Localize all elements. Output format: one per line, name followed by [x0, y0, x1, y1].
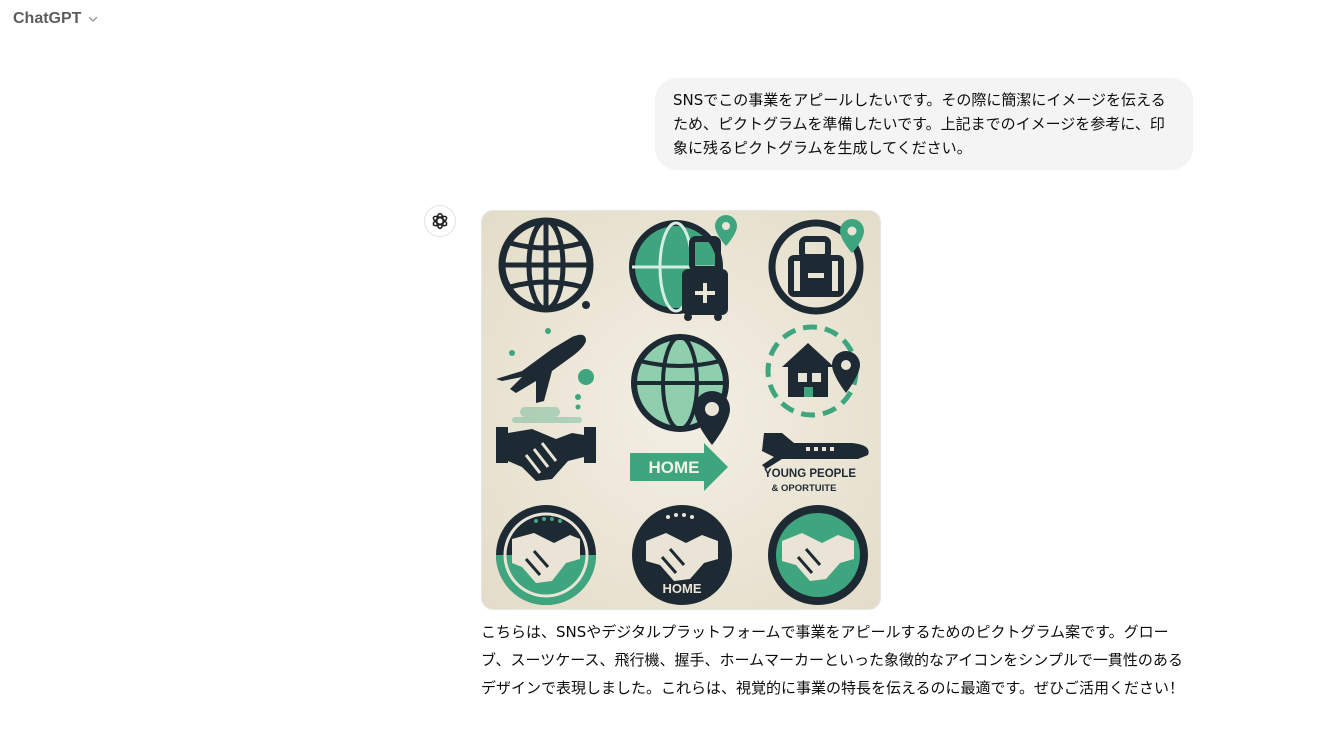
model-selector[interactable]: ChatGPT — [13, 8, 99, 30]
globe-icon — [498, 217, 594, 313]
user-message-bubble: SNSでこの事業をアピールしたいです。その際に簡潔にイメージを伝えるため、ピクト… — [655, 78, 1193, 170]
young-people-label-2: & OPORTUITE — [772, 483, 837, 494]
handshake-circle-green-icon — [496, 505, 596, 605]
pictogram-grid: HOME YOUNG PEOPLE & OPORTUITE HOME — [482, 211, 880, 609]
handshake-circle-icon — [768, 505, 868, 605]
generated-image[interactable]: HOME YOUNG PEOPLE & OPORTUITE HOME — [481, 210, 881, 610]
chevron-down-icon — [89, 16, 98, 22]
user-message-text: SNSでこの事業をアピールしたいです。その際に簡潔にイメージを伝えるため、ピクト… — [673, 91, 1166, 157]
model-title: ChatGPT — [13, 10, 82, 27]
openai-logo-icon — [432, 212, 448, 230]
young-people-label-1: YOUNG PEOPLE — [764, 468, 856, 480]
home-banner-label: HOME — [649, 458, 700, 477]
assistant-avatar — [424, 205, 456, 237]
handshake-home-icon: HOME — [632, 505, 732, 605]
home-seal-label: HOME — [663, 581, 702, 596]
assistant-message-text: こちらは、SNSやデジタルプラットフォームで事業をアピールするためのピクトグラム… — [481, 623, 1185, 697]
